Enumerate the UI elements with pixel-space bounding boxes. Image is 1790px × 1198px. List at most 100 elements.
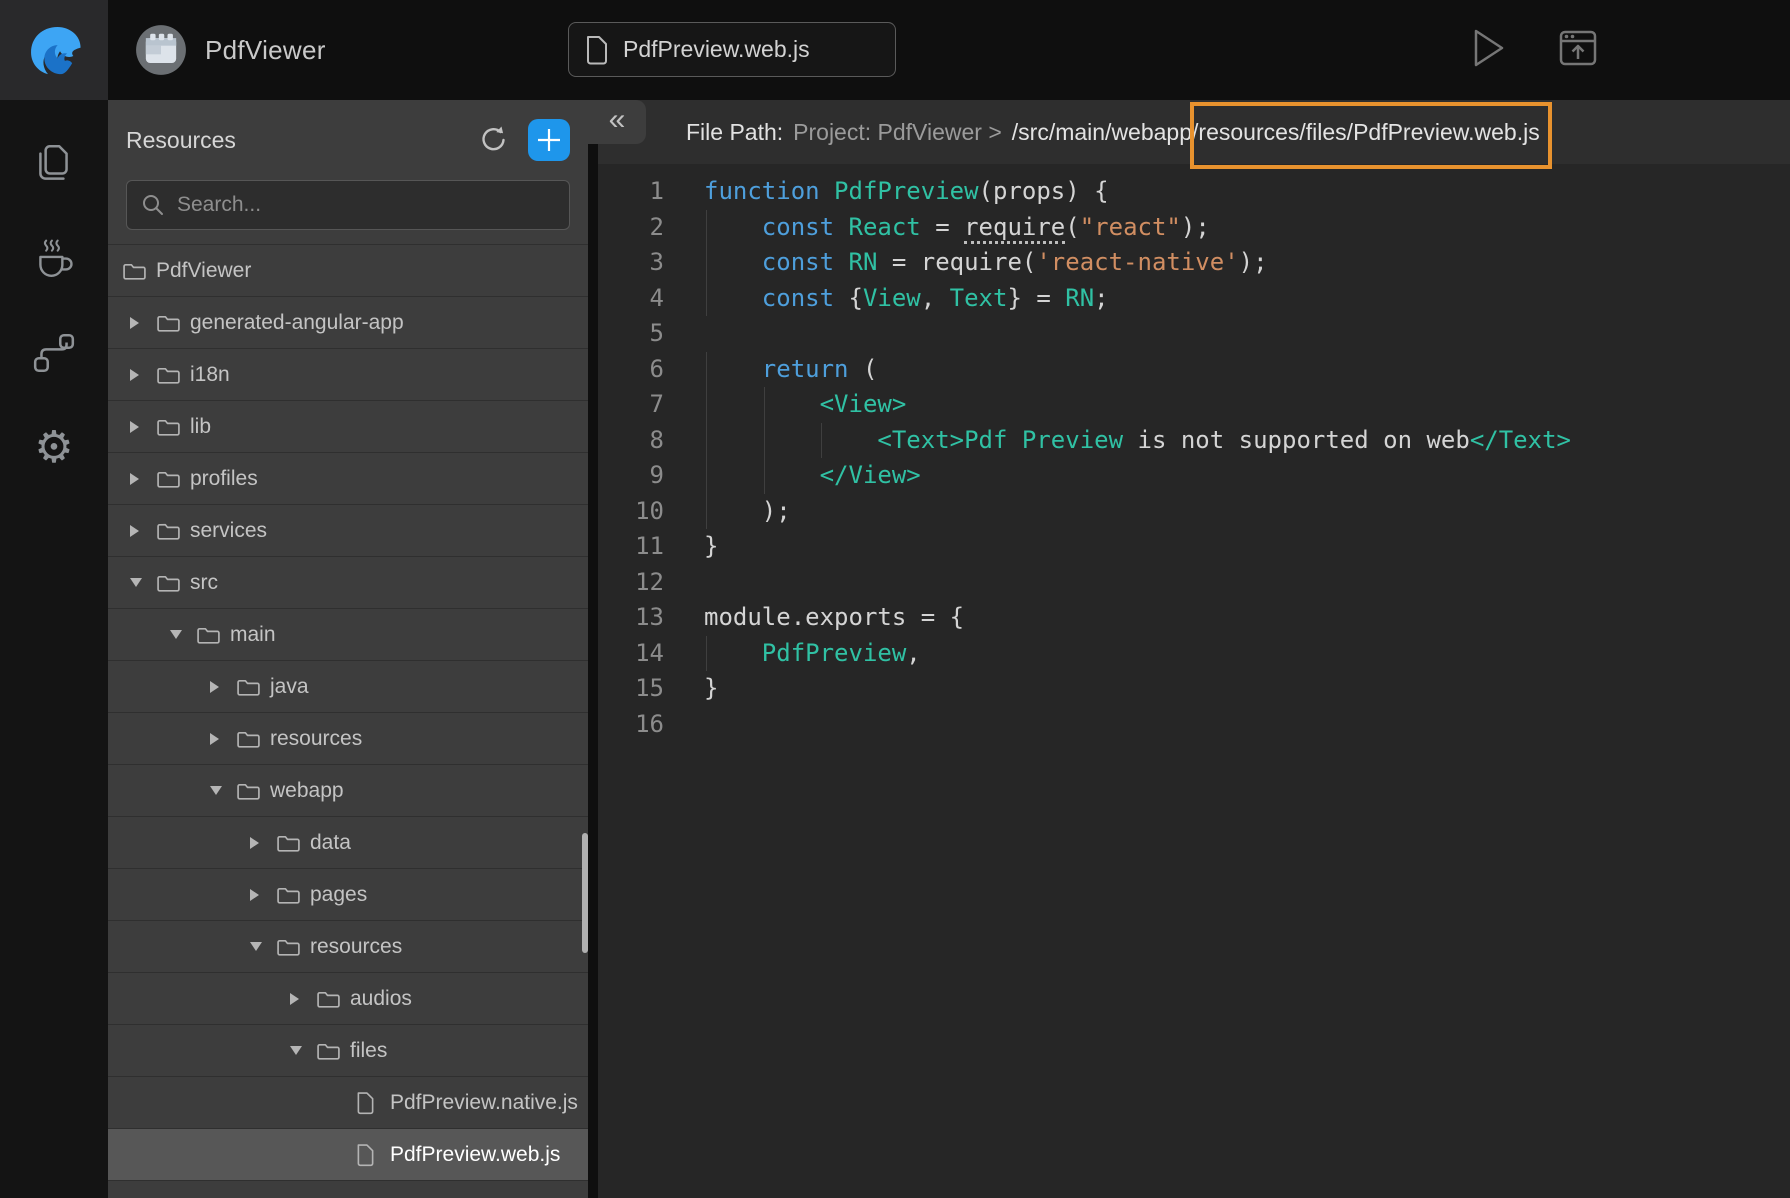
nav-pages-button[interactable]: [0, 115, 108, 210]
tree-item-label: PdfPreview.native.js: [390, 1091, 578, 1115]
chevron-right-icon[interactable]: [130, 317, 156, 329]
tree-item-label: files: [350, 1039, 387, 1063]
nav-flows-button[interactable]: [0, 305, 108, 400]
indent-guide: [706, 245, 707, 281]
line-number: 16: [598, 707, 664, 743]
chevron-right-icon[interactable]: [290, 993, 316, 1005]
tree-item-PdfPreview.native.js[interactable]: PdfPreview.native.js: [108, 1076, 588, 1128]
file-icon: [356, 1091, 390, 1115]
collapse-panel-button[interactable]: «: [588, 100, 646, 144]
chevron-right-icon[interactable]: [210, 733, 236, 745]
indent-guide: [764, 458, 765, 494]
tree-item-services[interactable]: services: [108, 504, 588, 556]
refresh-button[interactable]: [476, 123, 510, 157]
file-icon: [585, 35, 609, 65]
tree-item-label: data: [310, 831, 351, 855]
open-file-tab[interactable]: PdfPreview.web.js: [568, 22, 896, 77]
tree-item-main[interactable]: main: [108, 608, 588, 660]
tree-item-label: resources: [310, 935, 402, 959]
chevron-right-icon[interactable]: [250, 889, 276, 901]
tree-item-java[interactable]: java: [108, 660, 588, 712]
chevron-right-icon[interactable]: [250, 837, 276, 849]
tree-item-label: services: [190, 519, 267, 543]
line-number: 5: [598, 316, 664, 352]
tree-item-resources[interactable]: resources: [108, 712, 588, 764]
folder-icon: [276, 884, 310, 905]
tree-item-i18n[interactable]: i18n: [108, 348, 588, 400]
tree-item-files[interactable]: files: [108, 1024, 588, 1076]
code-line-9: 9 </View>: [598, 458, 1790, 494]
nav-settings-button[interactable]: ⚙: [0, 400, 108, 495]
line-number: 10: [598, 494, 664, 530]
line-number: 12: [598, 565, 664, 601]
chevron-down-icon[interactable]: [130, 578, 156, 587]
tree-item-pages[interactable]: pages: [108, 868, 588, 920]
tree-item-PdfPreview.web.js[interactable]: PdfPreview.web.js: [108, 1128, 588, 1180]
folder-icon: [276, 936, 310, 957]
line-number: 14: [598, 636, 664, 672]
file-icon: [356, 1143, 390, 1167]
line-number: 9: [598, 458, 664, 494]
panel-title: Resources: [126, 127, 236, 154]
chevron-right-icon[interactable]: [130, 369, 156, 381]
tree-item-label: java: [270, 675, 309, 699]
chevron-down-icon[interactable]: [290, 1046, 316, 1055]
tree-item-src[interactable]: src: [108, 556, 588, 608]
code-lines: 1function PdfPreview(props) {2 const Rea…: [598, 164, 1790, 742]
line-number: 3: [598, 245, 664, 281]
chevron-right-icon[interactable]: [130, 473, 156, 485]
tree-item-generated-angular-app[interactable]: generated-angular-app: [108, 296, 588, 348]
code-line-6: 6 return (: [598, 352, 1790, 388]
line-number: 8: [598, 423, 664, 459]
code-line-4: 4 const {View, Text} = RN;: [598, 281, 1790, 317]
chevron-right-icon[interactable]: [130, 421, 156, 433]
wave-logo-icon: [25, 21, 83, 79]
chevron-down-icon[interactable]: [210, 786, 236, 795]
tree-item-resources[interactable]: resources: [108, 920, 588, 972]
top-bar: PdfViewer PdfPreview.web.js: [0, 0, 1790, 100]
tree-item-label: main: [230, 623, 276, 647]
indent-guide: [821, 423, 822, 459]
folder-icon: [156, 312, 190, 333]
chevron-right-icon[interactable]: [130, 525, 156, 537]
chevron-down-icon[interactable]: [250, 942, 276, 951]
resource-search[interactable]: [126, 180, 570, 230]
add-resource-button[interactable]: [528, 119, 570, 161]
tree-item-partial: [108, 1180, 588, 1196]
file-path-project: Project: PdfViewer >: [793, 119, 1002, 146]
tree-item-profiles[interactable]: profiles: [108, 452, 588, 504]
tree-item-audios[interactable]: audios: [108, 972, 588, 1024]
code-line-12: 12: [598, 565, 1790, 601]
flow-connector-icon: [31, 330, 77, 376]
tree-item-lib[interactable]: lib: [108, 400, 588, 452]
tree-scrollbar[interactable]: [582, 833, 588, 953]
tree-item-label: PdfViewer: [156, 259, 251, 283]
tree-item-data[interactable]: data: [108, 816, 588, 868]
code-line-7: 7 <View>: [598, 387, 1790, 423]
tree-item-label: pages: [310, 883, 367, 907]
folder-icon: [236, 728, 270, 749]
chevron-right-icon[interactable]: [210, 681, 236, 693]
search-input[interactable]: [177, 193, 555, 217]
panel-editor-divider: [588, 100, 598, 1198]
nav-java-services-button[interactable]: [0, 210, 108, 305]
product-logo[interactable]: [0, 0, 108, 100]
publish-window-icon: [1557, 27, 1599, 69]
pages-icon: [31, 140, 77, 186]
tree-item-label: lib: [190, 415, 211, 439]
tree-item-label: generated-angular-app: [190, 311, 404, 335]
chevron-down-icon[interactable]: [170, 630, 196, 639]
indent-guide: [706, 458, 707, 494]
tree-item-webapp[interactable]: webapp: [108, 764, 588, 816]
chevron-double-left-icon: «: [609, 105, 626, 139]
run-preview-button[interactable]: [1462, 22, 1514, 74]
resources-panel: Resources: [108, 100, 588, 1198]
indent-guide: [706, 423, 707, 459]
indent-guide: [706, 494, 707, 530]
tree-item-label: i18n: [190, 363, 230, 387]
tree-item-PdfViewer[interactable]: PdfViewer: [108, 244, 588, 296]
indent-guide: [764, 423, 765, 459]
folder-icon: [122, 260, 156, 281]
publish-button[interactable]: [1552, 22, 1604, 74]
app-title: PdfViewer: [205, 35, 326, 66]
